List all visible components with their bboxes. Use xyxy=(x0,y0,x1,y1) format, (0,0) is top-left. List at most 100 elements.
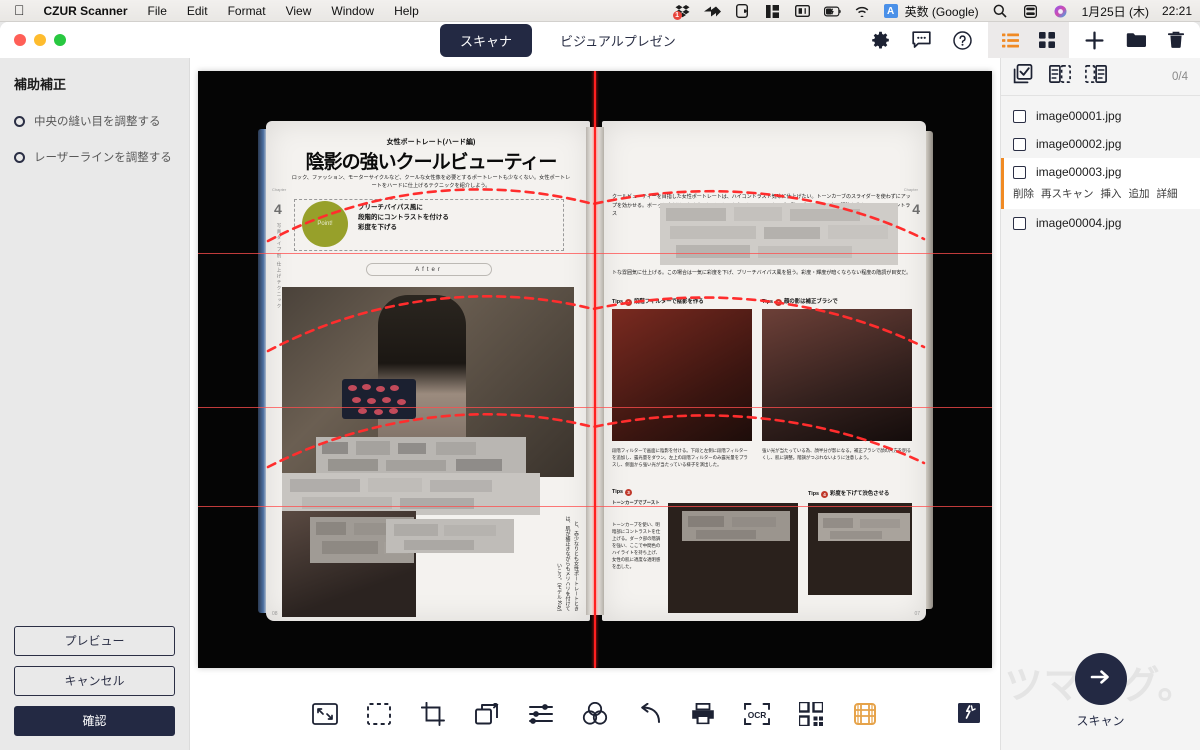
file-checkbox-4[interactable] xyxy=(1013,216,1026,230)
scan-preview-frame[interactable]: 女性ポートレート(ハード編) 陰影の強いクールビューティー ロック、ファッション… xyxy=(198,71,992,668)
censor-block xyxy=(282,473,540,515)
tab-scanner[interactable]: スキャナ xyxy=(440,23,533,57)
preview-button[interactable]: プレビュー xyxy=(14,626,175,656)
folder-icon[interactable] xyxy=(1126,32,1146,48)
select-odd-icon[interactable] xyxy=(1049,65,1071,88)
fast-forward-icon[interactable] xyxy=(703,3,721,19)
view-mode-group xyxy=(988,22,1069,58)
fit-screen-icon[interactable] xyxy=(311,700,339,728)
file-row-3[interactable]: image00003.jpg xyxy=(1001,158,1200,186)
apple-logo-icon[interactable]:  xyxy=(10,0,34,23)
display-icon[interactable] xyxy=(794,3,811,19)
qrcode-icon[interactable] xyxy=(797,700,825,728)
select-all-icon[interactable] xyxy=(1013,64,1035,89)
option-laser-line[interactable]: レーザーラインを調整する xyxy=(0,149,189,165)
menubar-date: 1月25日 (木) xyxy=(1081,4,1149,19)
menu-view[interactable]: View xyxy=(276,0,322,22)
menu-edit[interactable]: Edit xyxy=(177,0,218,22)
book-edge-right xyxy=(925,131,933,609)
censor-block xyxy=(682,511,790,541)
grid-view-icon[interactable] xyxy=(1039,32,1055,48)
file-row-2[interactable]: image00002.jpg xyxy=(1001,130,1200,158)
rotate-icon[interactable] xyxy=(473,700,501,728)
censor-block xyxy=(386,519,514,553)
selection-icon[interactable] xyxy=(365,700,393,728)
scan-button[interactable] xyxy=(1074,653,1127,705)
clipboard-icon[interactable] xyxy=(734,3,751,19)
undo-icon[interactable] xyxy=(635,700,663,728)
action-insert[interactable]: 挿入 xyxy=(1101,186,1122,201)
menu-help[interactable]: Help xyxy=(384,0,429,22)
censor-block xyxy=(316,437,526,477)
tip-caption-1: 段階フィルターで画面に陰影を付ける。下段と左側に段階フィルターを追加し、露光量を… xyxy=(612,448,748,468)
action-delete[interactable]: 削除 xyxy=(1013,186,1034,201)
add-icon[interactable] xyxy=(1085,30,1104,50)
file-row-1[interactable]: image00001.jpg xyxy=(1001,102,1200,130)
trash-icon[interactable] xyxy=(1168,31,1184,49)
action-add[interactable]: 追加 xyxy=(1129,186,1150,201)
tab-visual-presenter[interactable]: ビジュアルプレゼン xyxy=(540,24,696,57)
svg-text:OCR: OCR xyxy=(748,710,767,720)
menu-window[interactable]: Window xyxy=(321,0,384,22)
table-icon[interactable] xyxy=(851,700,879,728)
file-name-3: image00003.jpg xyxy=(1036,165,1122,179)
ocr-icon[interactable]: OCR xyxy=(743,700,771,728)
cancel-button[interactable]: キャンセル xyxy=(14,666,175,696)
book-page-right: Chapter 4 クールビューティーを目指した女性ポートレートは、ハイコントラ… xyxy=(602,121,926,621)
tip-photo-2 xyxy=(762,309,912,441)
chat-icon[interactable] xyxy=(912,31,931,49)
page-folio-left: 08 xyxy=(272,611,278,617)
page-header-title: 陰影の強いクールビューティー xyxy=(305,152,558,173)
crop-icon[interactable] xyxy=(419,700,447,728)
wifi-icon[interactable] xyxy=(854,3,871,19)
point-line-3: 彩度を下げる xyxy=(358,224,397,231)
option-center-seam[interactable]: 中央の縫い目を調整する xyxy=(0,113,189,129)
menu-file[interactable]: File xyxy=(138,0,177,22)
censor-block xyxy=(818,513,910,541)
tip-title-1: 段階フィルターで陰影を作る xyxy=(633,299,704,305)
menu-format[interactable]: Format xyxy=(218,0,276,22)
dropbox-badge: 1 xyxy=(672,11,682,20)
option-center-seam-label: 中央の縫い目を調整する xyxy=(34,116,161,128)
ime-label[interactable]: 英数 (Google) xyxy=(905,3,979,20)
mode-tabs: スキャナ ビジュアルプレゼン xyxy=(440,22,696,58)
option-laser-line-label: レーザーラインを調整する xyxy=(34,152,172,164)
photo-clutch xyxy=(342,379,416,419)
print-icon[interactable] xyxy=(689,700,717,728)
point-badge: Point! xyxy=(302,201,348,247)
menubar-app-name[interactable]: CZUR Scanner xyxy=(34,0,138,22)
file-checkbox-3[interactable] xyxy=(1013,165,1026,179)
dropbox-icon[interactable]: 1 xyxy=(672,3,691,20)
tip-num-2: 2 xyxy=(774,299,782,306)
list-view-icon[interactable] xyxy=(1002,33,1019,48)
minimize-button[interactable] xyxy=(34,34,46,46)
maximize-button[interactable] xyxy=(54,34,66,46)
select-even-icon[interactable] xyxy=(1085,65,1107,88)
action-detail[interactable]: 詳細 xyxy=(1157,186,1178,201)
action-rescan[interactable]: 再スキャン xyxy=(1041,186,1094,201)
image-broken-icon[interactable] xyxy=(958,703,980,728)
gear-icon[interactable] xyxy=(871,31,890,50)
control-center-icon[interactable] xyxy=(1022,3,1039,19)
confirm-button[interactable]: 確認 xyxy=(14,706,175,736)
close-button[interactable] xyxy=(14,34,26,46)
file-row-4[interactable]: image00004.jpg xyxy=(1001,209,1200,237)
adjust-icon[interactable] xyxy=(527,700,555,728)
siri-icon[interactable] xyxy=(1052,3,1069,19)
layout-icon[interactable] xyxy=(764,3,781,19)
file-name-1: image00001.jpg xyxy=(1036,109,1122,123)
color-icon[interactable] xyxy=(581,700,609,728)
file-checkbox-2[interactable] xyxy=(1013,137,1026,151)
radio-laser-line-icon[interactable] xyxy=(14,151,25,163)
file-checkbox-1[interactable] xyxy=(1013,109,1026,123)
page-header-sub: 女性ポートレート(ハード編) xyxy=(386,139,476,146)
file-actions-group xyxy=(1069,30,1200,50)
scan-preview-image[interactable]: 女性ポートレート(ハード編) 陰影の強いクールビューティー ロック、ファッション… xyxy=(198,71,992,668)
search-icon[interactable] xyxy=(992,3,1009,19)
battery-icon[interactable] xyxy=(823,3,841,19)
page-lead-text: ロック、ファッション、モーターサイクルなど、クールな女性像を必要とするポートレー… xyxy=(291,175,571,189)
help-icon[interactable] xyxy=(953,30,972,50)
radio-center-seam-icon[interactable] xyxy=(14,115,25,127)
file-panel: 0/4 image00001.jpg image00002.jpg image0… xyxy=(1000,58,1200,750)
ime-badge[interactable]: A xyxy=(883,4,898,18)
